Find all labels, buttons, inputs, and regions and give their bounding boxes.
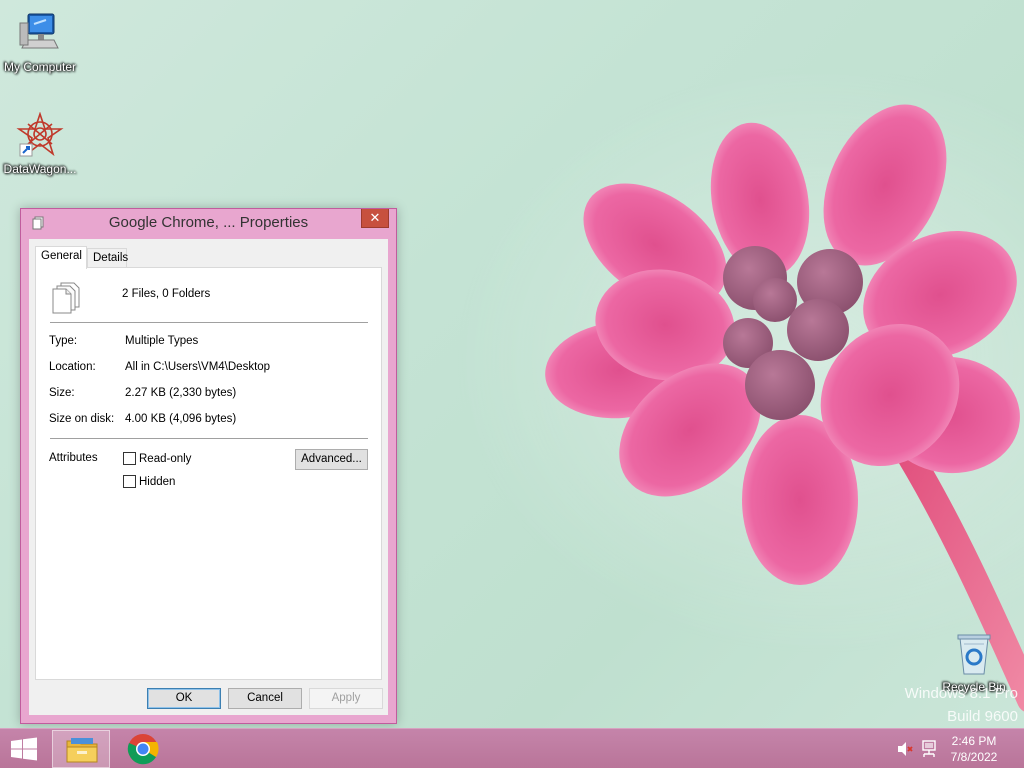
desktop-icon-label: My Computer — [3, 60, 77, 74]
hidden-checkbox[interactable] — [123, 475, 136, 488]
dialog-title: Google Chrome, ... Properties — [108, 214, 309, 231]
taskbar-file-explorer[interactable] — [52, 730, 110, 768]
start-button[interactable] — [0, 729, 48, 768]
watermark-edition: Windows 8.1 Pro — [904, 685, 1018, 702]
watermark-build: Build 9600 — [947, 708, 1018, 725]
advanced-button[interactable]: Advanced... — [295, 449, 368, 470]
selection-summary: 2 Files, 0 Folders — [122, 288, 211, 300]
location-value: All in C:\Users\VM4\Desktop — [125, 361, 271, 373]
size-on-disk-label: Size on disk: — [49, 413, 115, 425]
clock-time: 2:46 PM — [951, 734, 997, 748]
dialog-client: General Details 2 Files, 0 Folders Type:… — [29, 239, 388, 715]
type-label: Type: — [49, 335, 78, 347]
type-value: Multiple Types — [125, 335, 199, 347]
tab-details[interactable]: Details — [87, 248, 128, 268]
separator — [50, 438, 368, 439]
size-on-disk-value: 4.00 KB (4,096 bytes) — [125, 413, 237, 425]
desktop-icon-datawagon[interactable]: DataWagon... — [0, 111, 80, 176]
location-label: Location: — [49, 361, 96, 373]
datawagon-icon — [16, 111, 64, 160]
clock-date: 7/8/2022 — [950, 750, 998, 764]
desktop-icon-label: DataWagon... — [3, 162, 77, 176]
file-explorer-icon — [66, 738, 98, 763]
close-button[interactable]: ✕ — [361, 209, 389, 228]
read-only-checkbox[interactable] — [123, 452, 136, 465]
tab-general[interactable]: General — [35, 246, 87, 269]
multiple-files-icon — [52, 282, 80, 314]
cancel-button[interactable]: Cancel — [228, 688, 302, 709]
size-label: Size: — [49, 387, 75, 399]
attributes-label: Attributes — [49, 452, 98, 464]
read-only-label[interactable]: Read-only — [139, 453, 191, 465]
size-value: 2.27 KB (2,330 bytes) — [125, 387, 237, 399]
taskbar: 2:46 PM 7/8/2022 — [0, 728, 1024, 768]
desktop-icon-my-computer[interactable]: My Computer — [0, 10, 80, 74]
clock[interactable]: 2:46 PM 7/8/2022 — [944, 733, 1004, 765]
computer-icon — [16, 10, 64, 58]
properties-dialog: Google Chrome, ... Properties ✕ General … — [20, 208, 397, 724]
volume-muted-icon[interactable] — [896, 729, 914, 768]
dialog-titlebar[interactable]: Google Chrome, ... Properties ✕ — [21, 209, 396, 239]
network-icon[interactable] — [920, 729, 938, 768]
taskbar-chrome[interactable] — [114, 730, 172, 768]
close-icon: ✕ — [369, 211, 381, 226]
apply-button: Apply — [309, 688, 383, 709]
recycle-bin-icon — [950, 630, 998, 678]
general-panel: 2 Files, 0 Folders Type: Multiple Types … — [35, 267, 382, 680]
separator — [50, 322, 368, 323]
system-tray — [894, 729, 944, 768]
windows-watermark: Windows 8.1 Pro Build 9600 — [905, 685, 1018, 725]
ok-button[interactable]: OK — [147, 688, 221, 709]
chrome-icon — [127, 734, 159, 765]
hidden-label[interactable]: Hidden — [139, 476, 175, 488]
start-icon — [11, 737, 37, 761]
